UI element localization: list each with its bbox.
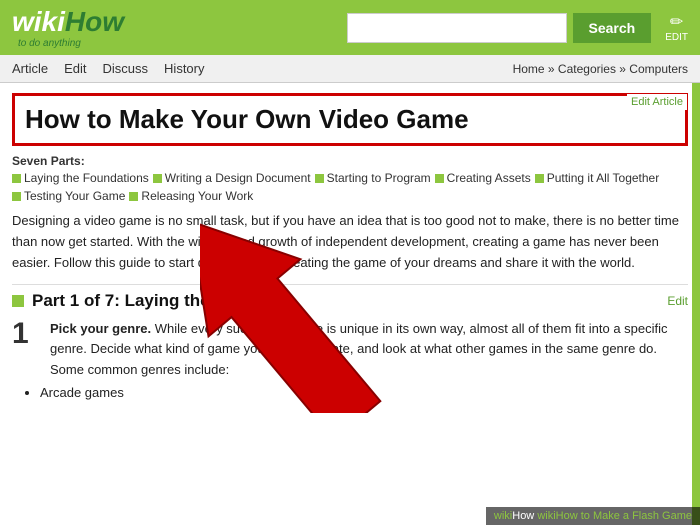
intro-text: Designing a video game is no small task,… <box>12 211 688 273</box>
nav-history[interactable]: History <box>164 61 204 76</box>
part-link-3[interactable]: Starting to Program <box>315 171 431 185</box>
breadcrumb: Home » Categories » Computers <box>513 62 688 76</box>
part1-title: Part 1 of 7: Laying the Foun... <box>12 291 270 311</box>
part-square-icon <box>153 174 162 183</box>
part-link-4[interactable]: Creating Assets <box>435 171 531 185</box>
article-title: How to Make Your Own Video Game <box>25 104 675 135</box>
parts-links: Laying the Foundations Writing a Design … <box>12 171 688 203</box>
logo: wikiHow to do anything <box>12 6 124 49</box>
pencil-icon: ✏ <box>670 12 683 32</box>
part-square-icon <box>12 174 21 183</box>
step-number: 1 <box>12 319 40 381</box>
part-square-icon <box>315 174 324 183</box>
search-button[interactable]: Search <box>573 13 652 43</box>
site-header: wikiHow to do anything Search ✏ EDIT <box>0 0 700 55</box>
step1: 1 Pick your genre. While every successfu… <box>12 319 688 381</box>
navbar: Article Edit Discuss History Home » Cate… <box>0 55 700 83</box>
list-item: Arcade games <box>40 385 688 400</box>
main-content: How to Make Your Own Video Game Edit Art… <box>0 83 700 525</box>
search-area: Search ✏ EDIT <box>347 12 688 43</box>
nav-edit[interactable]: Edit <box>64 61 86 76</box>
part-square-icon <box>12 192 21 201</box>
part-link-6[interactable]: Testing Your Game <box>12 189 125 203</box>
nav-article[interactable]: Article <box>12 61 48 76</box>
watermark: wikiHow wikiHow to Make a Flash Game <box>486 507 700 525</box>
watermark-how: How <box>512 510 534 522</box>
edit-article-link[interactable]: Edit Article <box>627 94 687 110</box>
watermark-text: wikiHow to Make a Flash Game <box>537 510 692 522</box>
bullet-list: Arcade games <box>40 385 688 400</box>
logo-how[interactable]: How <box>65 6 124 38</box>
parts-section: Seven Parts: Laying the Foundations Writ… <box>12 154 688 203</box>
logo-tagline: to do anything <box>18 38 124 49</box>
step-title: Pick your genre. <box>50 321 151 336</box>
part1-edit-link[interactable]: Edit <box>667 294 688 308</box>
step-content: Pick your genre. While every successful … <box>50 319 688 381</box>
part1-section: Part 1 of 7: Laying the Foun... Edit <box>12 284 688 311</box>
part-square-icon <box>535 174 544 183</box>
part1-square-icon <box>12 295 24 307</box>
part-link-1[interactable]: Laying the Foundations <box>12 171 149 185</box>
part-link-5[interactable]: Putting it All Together <box>535 171 660 185</box>
part-square-icon <box>129 192 138 201</box>
watermark-wiki: wiki <box>494 510 512 522</box>
edit-button[interactable]: ✏ EDIT <box>665 12 688 43</box>
article-title-box: How to Make Your Own Video Game Edit Art… <box>12 93 688 146</box>
logo-wiki[interactable]: wiki <box>12 6 65 38</box>
edit-label: EDIT <box>665 32 688 43</box>
part-square-icon <box>435 174 444 183</box>
part-link-7[interactable]: Releasing Your Work <box>129 189 253 203</box>
parts-label: Seven Parts: <box>12 154 85 168</box>
nav-discuss[interactable]: Discuss <box>103 61 149 76</box>
part-link-2[interactable]: Writing a Design Document <box>153 171 311 185</box>
right-strip <box>692 83 700 525</box>
nav-left: Article Edit Discuss History <box>12 61 205 76</box>
search-input[interactable] <box>347 13 567 43</box>
part1-header: Part 1 of 7: Laying the Foun... Edit <box>12 291 688 311</box>
